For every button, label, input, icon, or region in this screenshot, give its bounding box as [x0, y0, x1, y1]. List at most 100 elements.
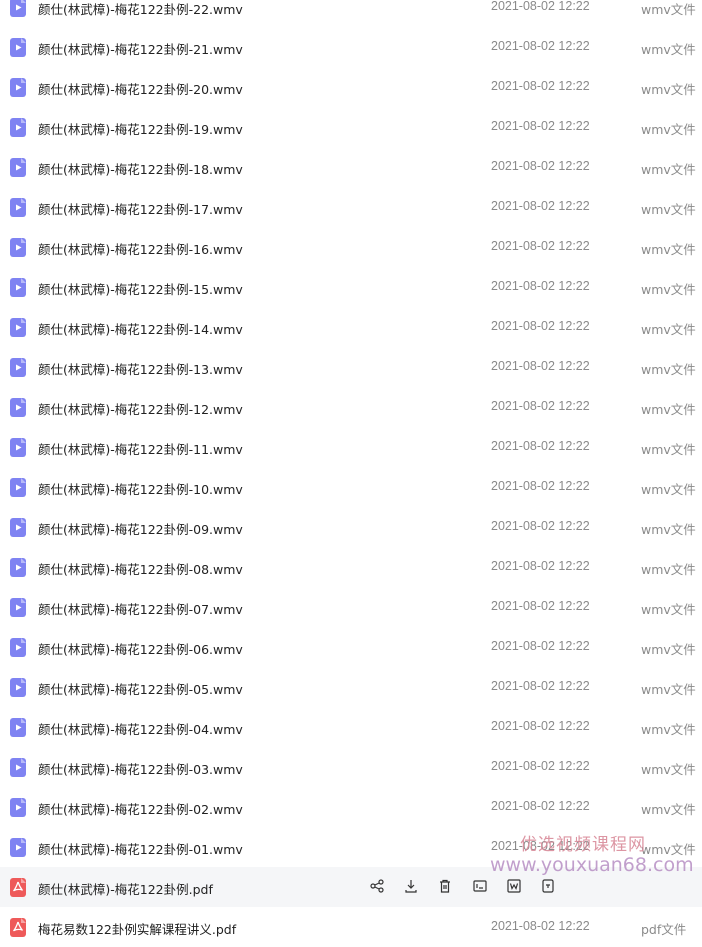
file-name[interactable]: 颜仕(林武樟)-梅花122卦例-05.wmv: [38, 679, 243, 698]
file-name[interactable]: 颜仕(林武樟)-梅花122卦例-02.wmv: [38, 799, 243, 818]
video-file-icon: [10, 438, 26, 457]
video-file-icon: [10, 78, 26, 97]
file-row[interactable]: 颜仕(林武樟)-梅花122卦例-01.wmv 2021-08-02 12:22 wm…: [0, 827, 702, 867]
file-type: wmv文件: [641, 802, 696, 817]
file-type: wmv文件: [641, 122, 696, 137]
file-row[interactable]: 颜仕(林武樟)-梅花122卦例-10.wmv 2021-08-02 12:22 wm…: [0, 467, 702, 507]
file-row[interactable]: 颜仕(林武樟)-梅花122卦例-21.wmv 2021-08-02 12:22 wm…: [0, 27, 702, 67]
file-modified-date: 2021-08-02 12:22: [491, 279, 590, 293]
video-file-icon: [10, 478, 26, 497]
file-row[interactable]: 梅花易数122卦例实解课程讲义.pdf 2021-08-02 12:22 pdf文件: [0, 907, 702, 947]
file-modified-date: 2021-08-02 12:22: [491, 759, 590, 773]
file-row[interactable]: 颜仕(林武樟)-梅花122卦例-07.wmv 2021-08-02 12:22 wm…: [0, 587, 702, 627]
file-type: wmv文件: [641, 642, 696, 657]
file-row[interactable]: 颜仕(林武樟)-梅花122卦例-18.wmv 2021-08-02 12:22 wm…: [0, 147, 702, 187]
file-name[interactable]: 颜仕(林武樟)-梅花122卦例.pdf: [38, 879, 213, 898]
file-row[interactable]: 颜仕(林武樟)-梅花122卦例-22.wmv 2021-08-02 12:22 wm…: [0, 0, 702, 27]
video-file-icon: [10, 118, 26, 137]
file-name[interactable]: 颜仕(林武樟)-梅花122卦例-19.wmv: [38, 119, 243, 138]
file-name[interactable]: 颜仕(林武樟)-梅花122卦例-07.wmv: [38, 599, 243, 618]
file-row[interactable]: 颜仕(林武樟)-梅花122卦例-14.wmv 2021-08-02 12:22 wm…: [0, 307, 702, 347]
file-type: wmv文件: [641, 442, 696, 457]
file-modified-date: 2021-08-02 12:22: [491, 319, 590, 333]
video-file-icon: [10, 0, 26, 17]
file-row[interactable]: 颜仕(林武樟)-梅花122卦例-09.wmv 2021-08-02 12:22 wm…: [0, 507, 702, 547]
video-file-icon: [10, 358, 26, 377]
file-row[interactable]: 颜仕(林武樟)-梅花122卦例-06.wmv 2021-08-02 12:22 wm…: [0, 627, 702, 667]
video-file-icon: [10, 278, 26, 297]
file-type: wmv文件: [641, 202, 696, 217]
file-modified-date: 2021-08-02 12:22: [491, 479, 590, 493]
file-name[interactable]: 颜仕(林武樟)-梅花122卦例-11.wmv: [38, 439, 243, 458]
video-file-icon: [10, 318, 26, 337]
file-row[interactable]: 颜仕(林武樟)-梅花122卦例-19.wmv 2021-08-02 12:22 wm…: [0, 107, 702, 147]
file-name[interactable]: 颜仕(林武樟)-梅花122卦例-01.wmv: [38, 839, 243, 858]
file-name[interactable]: 颜仕(林武樟)-梅花122卦例-03.wmv: [38, 759, 243, 778]
video-file-icon: [10, 518, 26, 537]
file-modified-date: 2021-08-02 12:22: [491, 839, 590, 853]
video-file-icon: [10, 718, 26, 737]
file-modified-date: 2021-08-02 12:22: [491, 159, 590, 173]
file-row[interactable]: 颜仕(林武樟)-梅花122卦例-03.wmv 2021-08-02 12:22 wm…: [0, 747, 702, 787]
file-name[interactable]: 颜仕(林武樟)-梅花122卦例-16.wmv: [38, 239, 243, 258]
file-name[interactable]: 颜仕(林武樟)-梅花122卦例-17.wmv: [38, 199, 243, 218]
file-row[interactable]: 颜仕(林武樟)-梅花122卦例-02.wmv 2021-08-02 12:22 wm…: [0, 787, 702, 827]
file-name[interactable]: 颜仕(林武樟)-梅花122卦例-09.wmv: [38, 519, 243, 538]
file-name[interactable]: 颜仕(林武樟)-梅花122卦例-06.wmv: [38, 639, 243, 658]
file-name[interactable]: 颜仕(林武樟)-梅花122卦例-20.wmv: [38, 79, 243, 98]
file-type: wmv文件: [641, 362, 696, 377]
file-name[interactable]: 颜仕(林武樟)-梅花122卦例-15.wmv: [38, 279, 243, 298]
video-file-icon: [10, 558, 26, 577]
file-name[interactable]: 颜仕(林武樟)-梅花122卦例-21.wmv: [38, 39, 243, 58]
file-row[interactable]: 颜仕(林武樟)-梅花122卦例-17.wmv 2021-08-02 12:22 wm…: [0, 187, 702, 227]
pdf-file-icon: [10, 918, 26, 937]
file-type: wmv文件: [641, 602, 696, 617]
video-file-icon: [10, 198, 26, 217]
video-file-icon: [10, 798, 26, 817]
file-name[interactable]: 颜仕(林武樟)-梅花122卦例-14.wmv: [38, 319, 243, 338]
file-row[interactable]: 颜仕(林武樟)-梅花122卦例-20.wmv 2021-08-02 12:22 wm…: [0, 67, 702, 107]
file-modified-date: 2021-08-02 12:22: [491, 559, 590, 573]
video-file-icon: [10, 678, 26, 697]
file-modified-date: 2021-08-02 12:22: [491, 799, 590, 813]
file-name[interactable]: 颜仕(林武樟)-梅花122卦例-08.wmv: [38, 559, 243, 578]
file-type: wmv文件: [641, 402, 696, 417]
file-type: wmv文件: [641, 322, 696, 337]
video-file-icon: [10, 598, 26, 617]
file-row[interactable]: 颜仕(林武樟)-梅花122卦例-15.wmv 2021-08-02 12:22 wm…: [0, 267, 702, 307]
file-name[interactable]: 颜仕(林武樟)-梅花122卦例-10.wmv: [38, 479, 243, 498]
file-name[interactable]: 颜仕(林武樟)-梅花122卦例-13.wmv: [38, 359, 243, 378]
pdf-file-icon: [10, 878, 26, 897]
file-name[interactable]: 梅花易数122卦例实解课程讲义.pdf: [38, 919, 236, 938]
file-row-hovered[interactable]: 颜仕(林武樟)-梅花122卦例.pdf: [0, 867, 702, 907]
file-row[interactable]: 颜仕(林武樟)-梅花122卦例-16.wmv 2021-08-02 12:22 wm…: [0, 227, 702, 267]
delete-icon[interactable]: [437, 878, 453, 894]
file-modified-date: 2021-08-02 12:22: [491, 679, 590, 693]
file-name[interactable]: 颜仕(林武樟)-梅花122卦例-18.wmv: [38, 159, 243, 178]
file-row[interactable]: 颜仕(林武樟)-梅花122卦例-11.wmv 2021-08-02 12:22 wm…: [0, 427, 702, 467]
file-modified-date: 2021-08-02 12:22: [491, 399, 590, 413]
file-row[interactable]: 颜仕(林武樟)-梅花122卦例-13.wmv 2021-08-02 12:22 wm…: [0, 347, 702, 387]
rename-icon[interactable]: [472, 878, 488, 894]
file-modified-date: 2021-08-02 12:22: [491, 199, 590, 213]
file-row[interactable]: 颜仕(林武樟)-梅花122卦例-12.wmv 2021-08-02 12:22 wm…: [0, 387, 702, 427]
file-name[interactable]: 颜仕(林武樟)-梅花122卦例-22.wmv: [38, 0, 243, 18]
file-type: wmv文件: [641, 282, 696, 297]
file-type: wmv文件: [641, 842, 696, 857]
file-type: wmv文件: [641, 482, 696, 497]
video-file-icon: [10, 238, 26, 257]
file-type: wmv文件: [641, 42, 696, 57]
file-row[interactable]: 颜仕(林武樟)-梅花122卦例-08.wmv 2021-08-02 12:22 wm…: [0, 547, 702, 587]
file-type: wmv文件: [641, 762, 696, 777]
file-row[interactable]: 颜仕(林武樟)-梅花122卦例-05.wmv 2021-08-02 12:22 wm…: [0, 667, 702, 707]
file-row[interactable]: 颜仕(林武樟)-梅花122卦例-04.wmv 2021-08-02 12:22 wm…: [0, 707, 702, 747]
file-type: wmv文件: [641, 242, 696, 257]
more-icon[interactable]: [540, 878, 556, 894]
share-icon[interactable]: [369, 878, 385, 894]
file-name[interactable]: 颜仕(林武樟)-梅花122卦例-04.wmv: [38, 719, 243, 738]
file-name[interactable]: 颜仕(林武樟)-梅花122卦例-12.wmv: [38, 399, 243, 418]
video-file-icon: [10, 758, 26, 777]
video-file-icon: [10, 838, 26, 857]
download-icon[interactable]: [403, 878, 419, 894]
word-convert-icon[interactable]: [506, 878, 522, 894]
